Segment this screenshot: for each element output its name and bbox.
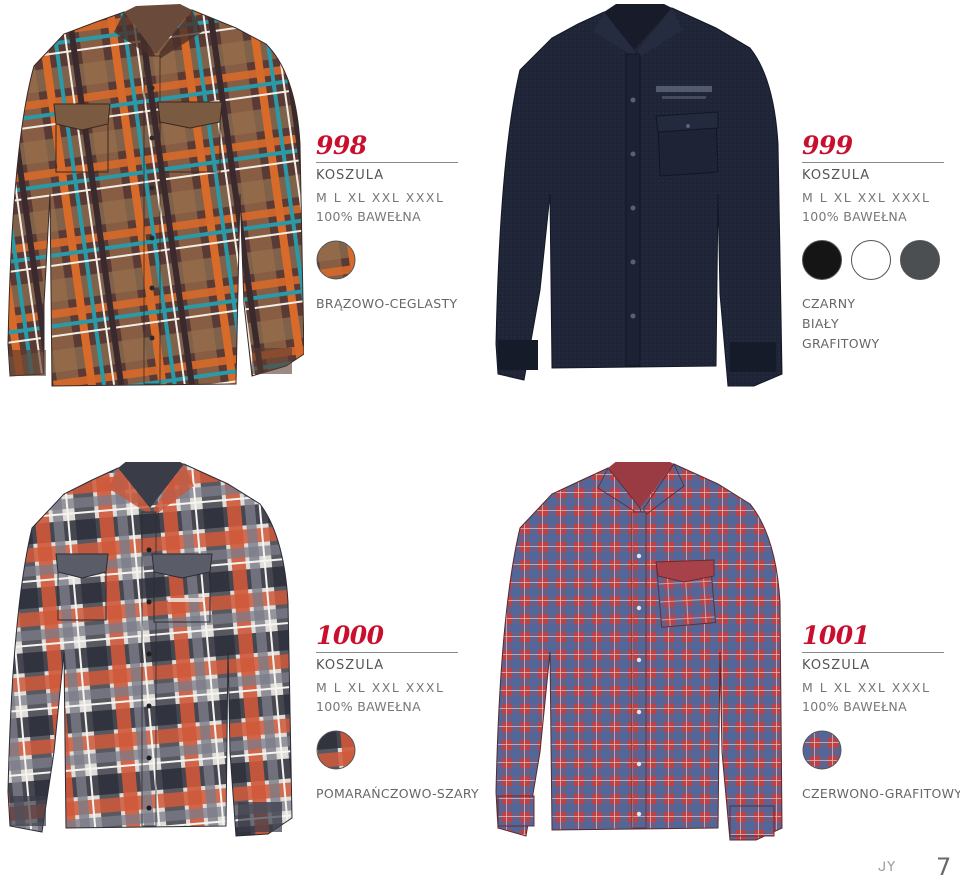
divider: [316, 652, 458, 653]
product-info-999: 999 KOSZULA M L XL XXL XXXL 100% BAWEŁNA…: [802, 132, 952, 354]
swatch-brown-orange: [316, 240, 356, 280]
product-info-998: 998 KOSZULA M L XL XXL XXXL 100% BAWEŁNA…: [316, 132, 466, 314]
product-number: 1001: [802, 621, 870, 650]
color-name: CZARNY: [802, 296, 856, 311]
swatch-graphite: [900, 240, 940, 280]
shirt-998-image: [7, 4, 304, 387]
product-name: KOSZULA: [316, 168, 385, 183]
product-info-1000: 1000 KOSZULA M L XL XXL XXXL 100% BAWEŁN…: [316, 621, 479, 804]
swatch-white: [851, 240, 891, 280]
product-material: 100% BAWEŁNA: [316, 699, 421, 714]
product-sizes: M L XL XXL XXXL: [802, 680, 931, 695]
swatch-orange-grey: [316, 730, 356, 770]
product-sizes: M L XL XXL XXXL: [316, 680, 445, 695]
shirt-999-image: [495, 4, 783, 387]
product-name: KOSZULA: [802, 168, 871, 183]
color-swatches: [802, 240, 952, 280]
product-info-1001: 1001 KOSZULA M L XL XXL XXXL 100% BAWEŁN…: [802, 621, 960, 804]
divider: [316, 162, 458, 163]
color-names: CZERWONO-GRAFITOWY: [802, 784, 960, 804]
color-name: BIAŁY: [802, 316, 839, 331]
shirt-1001-image: [495, 462, 783, 841]
color-names: CZARNY BIAŁY GRAFITOWY: [802, 294, 952, 354]
color-name: POMARAŃCZOWO-SZARY: [316, 786, 479, 801]
color-swatches: [316, 240, 466, 280]
product-name: KOSZULA: [316, 658, 385, 673]
brand-logo: ᒍY: [878, 860, 897, 875]
product-material: 100% BAWEŁNA: [316, 209, 421, 224]
product-material: 100% BAWEŁNA: [802, 209, 907, 224]
swatch-black: [802, 240, 842, 280]
color-name: CZERWONO-GRAFITOWY: [802, 786, 960, 801]
product-name: KOSZULA: [802, 658, 871, 673]
color-name: GRAFITOWY: [802, 336, 880, 351]
product-number: 999: [802, 131, 853, 160]
shirt-1000-image: [7, 462, 293, 837]
product-material: 100% BAWEŁNA: [802, 699, 907, 714]
color-name: BRĄZOWO-CEGLASTY: [316, 296, 458, 311]
product-number: 998: [316, 131, 367, 160]
product-sizes: M L XL XXL XXXL: [316, 190, 445, 205]
product-number: 1000: [316, 621, 384, 650]
product-sizes: M L XL XXL XXXL: [802, 190, 931, 205]
divider: [802, 162, 944, 163]
divider: [802, 652, 944, 653]
page-number: 7: [936, 853, 952, 881]
color-swatches: [316, 730, 466, 770]
color-names: POMARAŃCZOWO-SZARY: [316, 784, 479, 804]
color-names: BRĄZOWO-CEGLASTY: [316, 294, 466, 314]
swatch-red-graphite: [802, 730, 842, 770]
color-swatches: [802, 730, 952, 770]
